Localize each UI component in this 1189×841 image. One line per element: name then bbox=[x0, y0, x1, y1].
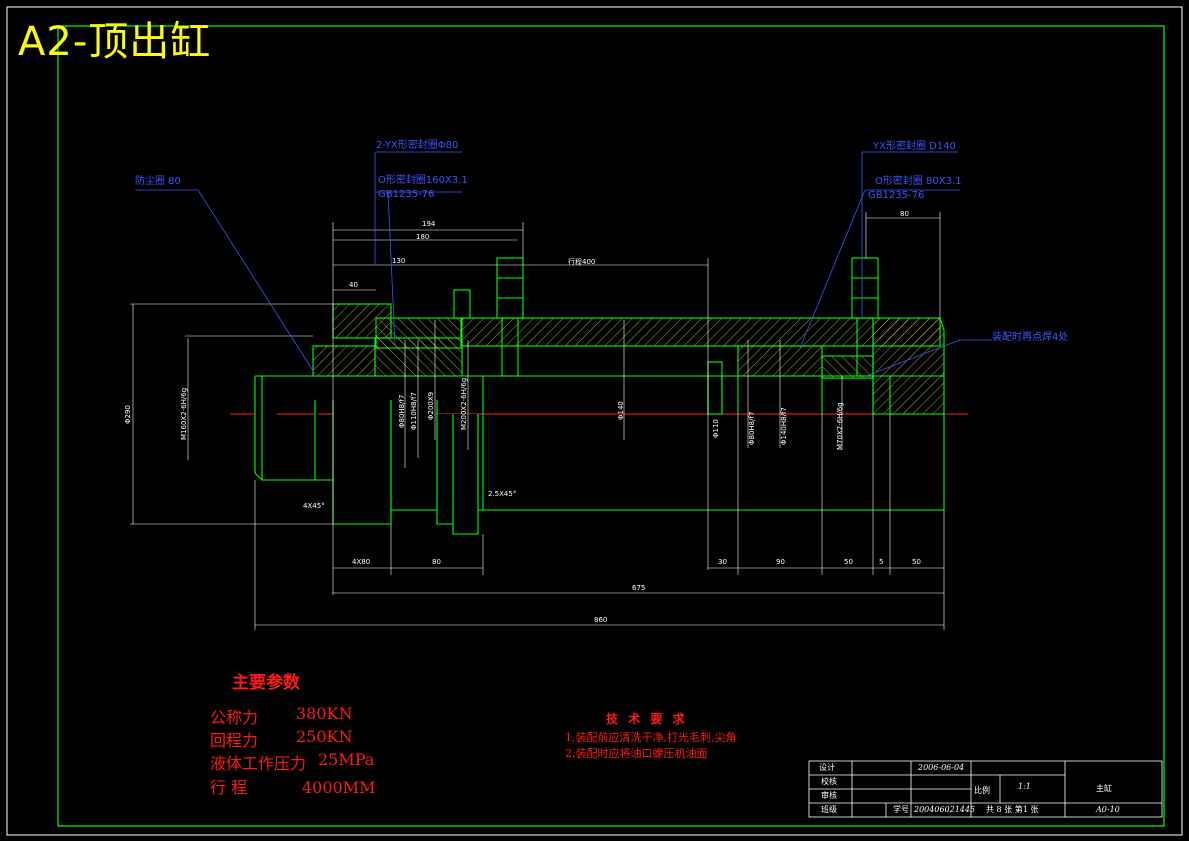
dim-overall-inner: 675 bbox=[632, 584, 646, 592]
dim-thread-right: M70X2-6H/6g bbox=[836, 402, 844, 450]
callout-o-ring-right-std: GB1235-76 bbox=[868, 190, 925, 201]
dim-bottom-r3: 50 bbox=[844, 558, 853, 566]
dim-bottom-left: 4X80 bbox=[352, 558, 371, 566]
dim-fit-3: Φ200X9 bbox=[427, 391, 435, 420]
param-value: 25MPa bbox=[318, 750, 375, 769]
dim-chamfer-mid: 2.5X45° bbox=[488, 490, 517, 498]
callout-o-ring-left: O形密封圈160X3.1 bbox=[378, 175, 468, 186]
dim-top-40: 40 bbox=[349, 281, 358, 289]
tb-check-label: 校核 bbox=[821, 777, 837, 786]
cylinder-body bbox=[254, 257, 945, 535]
callout-o-ring-right: O形密封圈 80X3.1 bbox=[875, 176, 962, 187]
callout-o-ring-left-std: GB1235-76 bbox=[378, 189, 435, 200]
param-value: 250KN bbox=[296, 727, 353, 746]
tb-drawing-no: A0-10 bbox=[1096, 805, 1120, 814]
tb-sheets: 共 8 张 第1 张 bbox=[986, 805, 1039, 814]
param-value: 4000MM bbox=[302, 778, 376, 797]
dim-thread-left: M160X2-6H/6g bbox=[180, 387, 188, 440]
cad-drawing bbox=[6, 6, 1183, 836]
dim-overall: 860 bbox=[594, 616, 608, 624]
callout-yx-ring-left: 2-YX形密封圈Φ80 bbox=[376, 140, 459, 151]
tb-review-label: 审核 bbox=[821, 791, 837, 800]
dim-fit-2: Φ110H8/f7 bbox=[410, 392, 418, 430]
dim-top-130: 130 bbox=[392, 257, 406, 265]
dim-thread-mid: M200X2-6H/6g bbox=[460, 377, 468, 430]
dim-bottom-r4: 5 bbox=[879, 558, 884, 566]
param-row: 液体工作压力 25MPa bbox=[210, 750, 374, 774]
dim-fit-4: Φ80H8/f7 bbox=[748, 411, 756, 445]
param-row: 行 程 4000MM bbox=[210, 774, 375, 798]
dim-bottom-80: 80 bbox=[432, 558, 441, 566]
callout-dust-ring: 防尘圈 80 bbox=[135, 176, 181, 187]
dim-fit-5: Φ140H8/f7 bbox=[780, 407, 788, 445]
dim-dia-110: Φ110 bbox=[712, 419, 720, 438]
param-label: 回程力 bbox=[210, 731, 259, 750]
param-row: 公称力 380KN bbox=[210, 704, 353, 728]
tech-req-line: 2,装配时应将油口螺压机油面 bbox=[565, 747, 708, 760]
param-label: 行 程 bbox=[210, 778, 248, 797]
param-label: 公称力 bbox=[210, 708, 259, 727]
dim-bottom-r2: 90 bbox=[776, 558, 785, 566]
tb-design-label: 设计 bbox=[819, 763, 835, 772]
tb-part-name: 主缸 bbox=[1096, 784, 1112, 793]
tb-student-no: 200406021445 bbox=[914, 805, 976, 814]
tb-scale-label: 比例 bbox=[974, 786, 990, 795]
param-label: 液体工作压力 bbox=[210, 754, 307, 773]
dim-left-height: Φ290 bbox=[124, 405, 132, 424]
dim-top-194: 194 bbox=[422, 220, 436, 228]
dim-stroke: 行程400 bbox=[568, 258, 596, 266]
param-value: 380KN bbox=[296, 704, 353, 723]
dim-right-80: 80 bbox=[900, 210, 909, 218]
callout-spot-weld: 装配时再点焊4处 bbox=[992, 332, 1069, 343]
tb-design-date: 2006-06-04 bbox=[918, 763, 965, 772]
dim-bottom-r5: 50 bbox=[912, 558, 921, 566]
tech-req-line: 1,装配前应清洗干净,打光毛刺,尖角 bbox=[565, 731, 737, 744]
tb-scale-value: 1:1 bbox=[1018, 782, 1031, 791]
tb-class-label: 班级 bbox=[821, 805, 837, 814]
dim-top-180: 180 bbox=[416, 233, 430, 241]
tb-student-no-label: 学号 bbox=[893, 805, 909, 814]
dim-bottom-r1: 30 bbox=[718, 558, 727, 566]
tech-req-heading: 技 术 要 求 bbox=[606, 712, 688, 726]
dim-dia-140: Φ140 bbox=[617, 401, 625, 420]
param-row: 回程力 250KN bbox=[210, 727, 353, 751]
dim-chamfer-left: 4X45° bbox=[303, 502, 325, 510]
parameters-heading: 主要参数 bbox=[232, 673, 300, 693]
drawing-title: A2-顶出缸 bbox=[18, 19, 212, 65]
callout-yx-ring-right: YX形密封圈 D140 bbox=[873, 141, 956, 152]
dim-fit-1: Φ80H8/f7 bbox=[398, 394, 406, 428]
